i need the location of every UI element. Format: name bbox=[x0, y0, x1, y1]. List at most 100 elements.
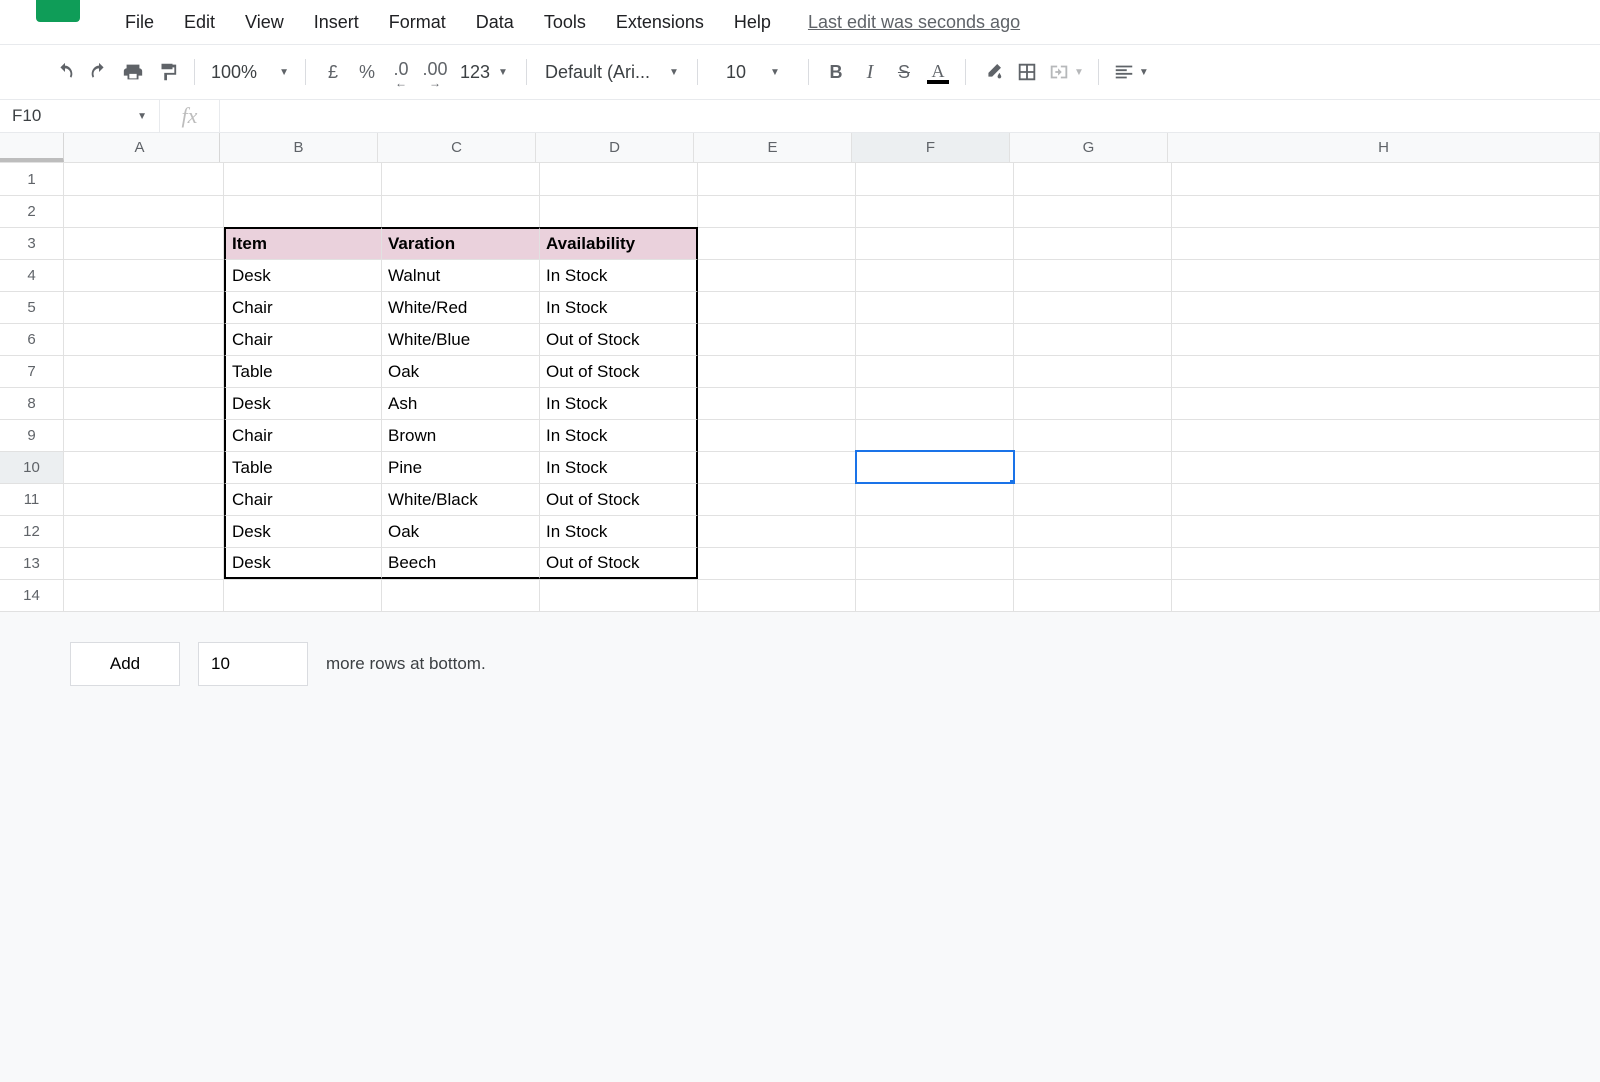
cell-B9[interactable]: Chair bbox=[224, 419, 382, 451]
cell-C6[interactable]: White/Blue bbox=[382, 323, 540, 355]
cell-A7[interactable] bbox=[64, 355, 224, 387]
cell-D10[interactable]: In Stock bbox=[540, 451, 698, 483]
cell-B6[interactable]: Chair bbox=[224, 323, 382, 355]
cell-B14[interactable] bbox=[224, 579, 382, 611]
cell-A1[interactable] bbox=[64, 163, 224, 195]
cell-E2[interactable] bbox=[698, 195, 856, 227]
cell-C9[interactable]: Brown bbox=[382, 419, 540, 451]
cell-H4[interactable] bbox=[1172, 259, 1600, 291]
cell-A9[interactable] bbox=[64, 419, 224, 451]
print-button[interactable] bbox=[116, 55, 150, 89]
row-header-13[interactable]: 13 bbox=[0, 547, 64, 579]
cell-G14[interactable] bbox=[1014, 579, 1172, 611]
row-header-7[interactable]: 7 bbox=[0, 355, 64, 387]
cell-G3[interactable] bbox=[1014, 227, 1172, 259]
cell-B3[interactable]: Item bbox=[224, 227, 382, 259]
cell-A10[interactable] bbox=[64, 451, 224, 483]
cell-B12[interactable]: Desk bbox=[224, 515, 382, 547]
cell-F13[interactable] bbox=[856, 547, 1014, 579]
cell-E13[interactable] bbox=[698, 547, 856, 579]
cell-C11[interactable]: White/Black bbox=[382, 483, 540, 515]
row-header-14[interactable]: 14 bbox=[0, 579, 64, 611]
cell-E8[interactable] bbox=[698, 387, 856, 419]
menu-edit[interactable]: Edit bbox=[169, 8, 230, 37]
cell-H6[interactable] bbox=[1172, 323, 1600, 355]
menu-insert[interactable]: Insert bbox=[299, 8, 374, 37]
menu-extensions[interactable]: Extensions bbox=[601, 8, 719, 37]
cell-C4[interactable]: Walnut bbox=[382, 259, 540, 291]
cell-H14[interactable] bbox=[1172, 579, 1600, 611]
cell-B2[interactable] bbox=[224, 195, 382, 227]
row-header-3[interactable]: 3 bbox=[0, 227, 64, 259]
cell-E11[interactable] bbox=[698, 483, 856, 515]
cell-D12[interactable]: In Stock bbox=[540, 515, 698, 547]
row-header-12[interactable]: 12 bbox=[0, 515, 64, 547]
cell-F6[interactable] bbox=[856, 323, 1014, 355]
cell-B1[interactable] bbox=[224, 163, 382, 195]
add-rows-button[interactable]: Add bbox=[70, 642, 180, 686]
cell-G5[interactable] bbox=[1014, 291, 1172, 323]
cell-C13[interactable]: Beech bbox=[382, 547, 540, 579]
cell-F10[interactable] bbox=[856, 451, 1014, 483]
col-header-C[interactable]: C bbox=[378, 133, 536, 162]
italic-button[interactable]: I bbox=[853, 55, 887, 89]
menu-data[interactable]: Data bbox=[461, 8, 529, 37]
cell-F9[interactable] bbox=[856, 419, 1014, 451]
cell-A12[interactable] bbox=[64, 515, 224, 547]
cell-F7[interactable] bbox=[856, 355, 1014, 387]
col-header-H[interactable]: H bbox=[1168, 133, 1600, 162]
cell-G7[interactable] bbox=[1014, 355, 1172, 387]
cell-G2[interactable] bbox=[1014, 195, 1172, 227]
text-color-button[interactable]: A bbox=[921, 55, 955, 89]
cell-A14[interactable] bbox=[64, 579, 224, 611]
strikethrough-button[interactable]: S bbox=[887, 55, 921, 89]
row-header-11[interactable]: 11 bbox=[0, 483, 64, 515]
cell-B10[interactable]: Table bbox=[224, 451, 382, 483]
font-family-dropdown[interactable]: Default (Ari... ▼ bbox=[537, 55, 687, 89]
percent-button[interactable]: % bbox=[350, 55, 384, 89]
cell-C7[interactable]: Oak bbox=[382, 355, 540, 387]
zoom-dropdown[interactable]: 100% ▼ bbox=[205, 55, 295, 89]
cell-E6[interactable] bbox=[698, 323, 856, 355]
row-header-5[interactable]: 5 bbox=[0, 291, 64, 323]
cell-G9[interactable] bbox=[1014, 419, 1172, 451]
col-header-F[interactable]: F bbox=[852, 133, 1010, 162]
cell-H5[interactable] bbox=[1172, 291, 1600, 323]
cell-F3[interactable] bbox=[856, 227, 1014, 259]
cell-F14[interactable] bbox=[856, 579, 1014, 611]
cell-G13[interactable] bbox=[1014, 547, 1172, 579]
fill-color-button[interactable] bbox=[976, 55, 1010, 89]
cell-D11[interactable]: Out of Stock bbox=[540, 483, 698, 515]
cell-A6[interactable] bbox=[64, 323, 224, 355]
cell-B13[interactable]: Desk bbox=[224, 547, 382, 579]
cell-C14[interactable] bbox=[382, 579, 540, 611]
cell-G12[interactable] bbox=[1014, 515, 1172, 547]
increase-decimal-button[interactable]: .00 → bbox=[418, 55, 452, 89]
undo-button[interactable] bbox=[48, 55, 82, 89]
col-header-G[interactable]: G bbox=[1010, 133, 1168, 162]
cell-B8[interactable]: Desk bbox=[224, 387, 382, 419]
cell-F1[interactable] bbox=[856, 163, 1014, 195]
bold-button[interactable]: B bbox=[819, 55, 853, 89]
cell-G1[interactable] bbox=[1014, 163, 1172, 195]
cell-D9[interactable]: In Stock bbox=[540, 419, 698, 451]
cell-C2[interactable] bbox=[382, 195, 540, 227]
font-size-dropdown[interactable]: 10 ▼ bbox=[708, 55, 798, 89]
cell-H11[interactable] bbox=[1172, 483, 1600, 515]
number-format-dropdown[interactable]: 123 ▼ bbox=[452, 55, 516, 89]
horizontal-align-button[interactable]: ▼ bbox=[1109, 55, 1153, 89]
cell-G8[interactable] bbox=[1014, 387, 1172, 419]
row-header-2[interactable]: 2 bbox=[0, 195, 64, 227]
cell-H7[interactable] bbox=[1172, 355, 1600, 387]
cell-F4[interactable] bbox=[856, 259, 1014, 291]
borders-button[interactable] bbox=[1010, 55, 1044, 89]
add-rows-count-input[interactable] bbox=[198, 642, 308, 686]
cell-F2[interactable] bbox=[856, 195, 1014, 227]
cell-H1[interactable] bbox=[1172, 163, 1600, 195]
cell-C3[interactable]: Varation bbox=[382, 227, 540, 259]
formula-bar-input[interactable] bbox=[220, 100, 1600, 132]
app-icon[interactable] bbox=[36, 0, 80, 22]
cell-H10[interactable] bbox=[1172, 451, 1600, 483]
cell-G11[interactable] bbox=[1014, 483, 1172, 515]
cell-E10[interactable] bbox=[698, 451, 856, 483]
